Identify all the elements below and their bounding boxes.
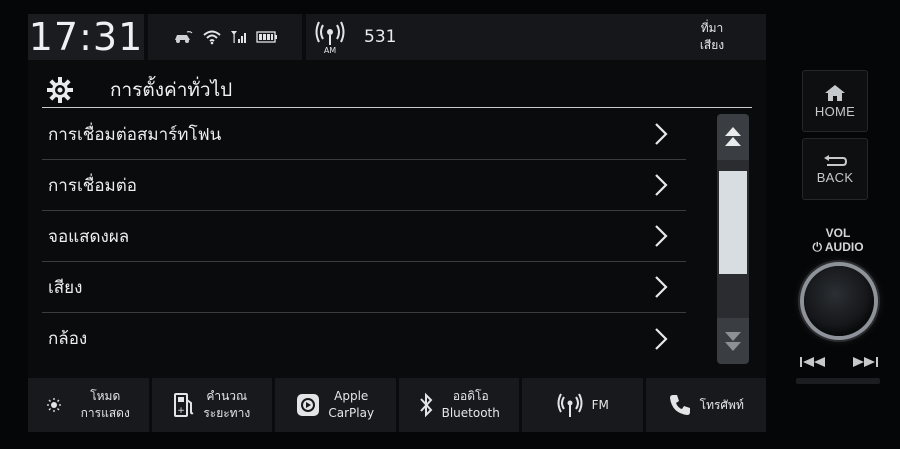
fm-radio-button[interactable]: FM — [522, 378, 643, 432]
list-item-label: เสียง — [48, 277, 83, 298]
list-item-label: การเชื่อมต่อ — [48, 175, 137, 196]
hardware-controls: HOME BACK VOL ⏻ AUDIO — [796, 66, 882, 396]
display-mode-button[interactable]: โหมดการแสดง — [28, 378, 149, 432]
clock-panel: 17:31 — [28, 14, 144, 60]
back-button[interactable]: BACK — [802, 138, 868, 200]
svg-text:+: + — [178, 406, 186, 416]
bluetooth-line1: ออดิโอ — [452, 389, 489, 403]
back-icon — [824, 154, 847, 166]
page-title: การตั้งค่าทั่วไป — [110, 78, 233, 101]
status-icons — [148, 14, 302, 60]
disc-slot — [796, 378, 880, 384]
scroll-thumb[interactable] — [719, 171, 747, 274]
vol-label-line1: VOL — [825, 226, 851, 240]
chevron-right-icon — [655, 327, 668, 350]
page-header: การตั้งค่าทั่วไป — [42, 72, 752, 108]
home-button[interactable]: HOME — [802, 70, 868, 132]
scrollbar[interactable] — [717, 114, 749, 364]
scroll-up-button[interactable] — [717, 114, 749, 160]
am-radio-icon: AM — [315, 21, 345, 55]
bluetooth-line2: Bluetooth — [441, 406, 500, 420]
display-mode-line1: โหมด — [90, 389, 121, 403]
volume-label: VOL ⏻ AUDIO — [796, 226, 880, 254]
day-night-icon — [46, 398, 67, 412]
phone-label: โทรศัพท์ — [699, 397, 744, 412]
list-item-smartphone-connection[interactable]: การเชื่อมต่อสมาร์ทโฟน — [42, 109, 686, 160]
scroll-track[interactable] — [717, 160, 749, 318]
settings-list: การเชื่อมต่อสมาร์ทโฟน การเชื่อมต่อ จอแสด… — [42, 109, 686, 364]
source-label-line2: เสียง — [699, 38, 725, 52]
display-mode-line2: การแสดง — [80, 406, 130, 420]
list-item-label: จอแสดงผล — [48, 226, 130, 247]
home-label: HOME — [814, 103, 856, 119]
phone-button[interactable]: โทรศัพท์ — [645, 378, 766, 432]
scroll-down-button[interactable] — [717, 318, 749, 364]
car-connect-icon — [175, 31, 193, 43]
list-item-sound[interactable]: เสียง — [42, 262, 686, 313]
phone-icon — [669, 395, 690, 415]
home-icon — [825, 84, 845, 101]
status-bar: 17:31 AM 531 ที่มา เสียง — [28, 14, 766, 60]
vol-label-line2: ⏻ AUDIO — [812, 240, 864, 254]
fuel-pump-icon: + — [174, 393, 194, 417]
fm-label: FM — [591, 397, 609, 412]
source-label-line1: ที่มา — [700, 21, 724, 35]
double-chevron-down-icon — [725, 332, 741, 351]
now-playing[interactable]: AM 531 — [306, 14, 660, 60]
double-chevron-up-icon — [725, 127, 741, 146]
clock: 17:31 — [28, 15, 144, 59]
carplay-line1: Apple — [334, 389, 369, 403]
list-item-label: การเชื่อมต่อสมาร์ทโฟน — [48, 124, 222, 145]
distance-calc-line1: คำนวณ — [206, 389, 248, 403]
volume-knob[interactable] — [804, 266, 874, 336]
back-label: BACK — [816, 169, 854, 185]
chevron-right-icon — [655, 225, 668, 247]
audio-source-button[interactable]: ที่มา เสียง — [658, 14, 766, 60]
chevron-right-icon — [655, 123, 668, 145]
battery-icon — [256, 31, 277, 43]
chevron-right-icon — [655, 276, 668, 298]
gear-icon — [47, 76, 73, 103]
list-item-camera[interactable]: กล้อง — [42, 313, 686, 364]
carplay-icon — [297, 394, 320, 416]
band-label: AM — [324, 46, 336, 55]
list-item-display[interactable]: จอแสดงผล — [42, 211, 686, 262]
seek-next-icon[interactable] — [850, 354, 880, 370]
bluetooth-audio-button[interactable]: ออดิโอ Bluetooth — [398, 378, 519, 432]
distance-calc-line2: ระยะทาง — [203, 406, 251, 420]
list-item-connection[interactable]: การเชื่อมต่อ — [42, 160, 686, 211]
bottom-shortcut-bar: โหมดการแสดง + คำนวณระยะทาง Apple CarPlay — [28, 378, 766, 432]
chevron-right-icon — [655, 174, 668, 196]
bluetooth-icon — [419, 392, 432, 418]
radio-icon — [557, 393, 583, 417]
seek-previous-icon[interactable] — [798, 354, 828, 370]
infotainment-screen: 17:31 AM 531 ที่มา เสียง การตั้งค่าทั่วไ… — [28, 14, 766, 432]
carplay-line2: CarPlay — [328, 406, 375, 420]
station-frequency: 531 — [364, 27, 397, 47]
distance-calc-button[interactable]: + คำนวณระยะทาง — [151, 378, 272, 432]
signal-icon — [231, 31, 246, 43]
wifi-icon — [203, 30, 221, 45]
power-audio-label: AUDIO — [824, 240, 864, 254]
list-item-label: กล้อง — [48, 329, 88, 349]
carplay-button[interactable]: Apple CarPlay — [275, 378, 396, 432]
